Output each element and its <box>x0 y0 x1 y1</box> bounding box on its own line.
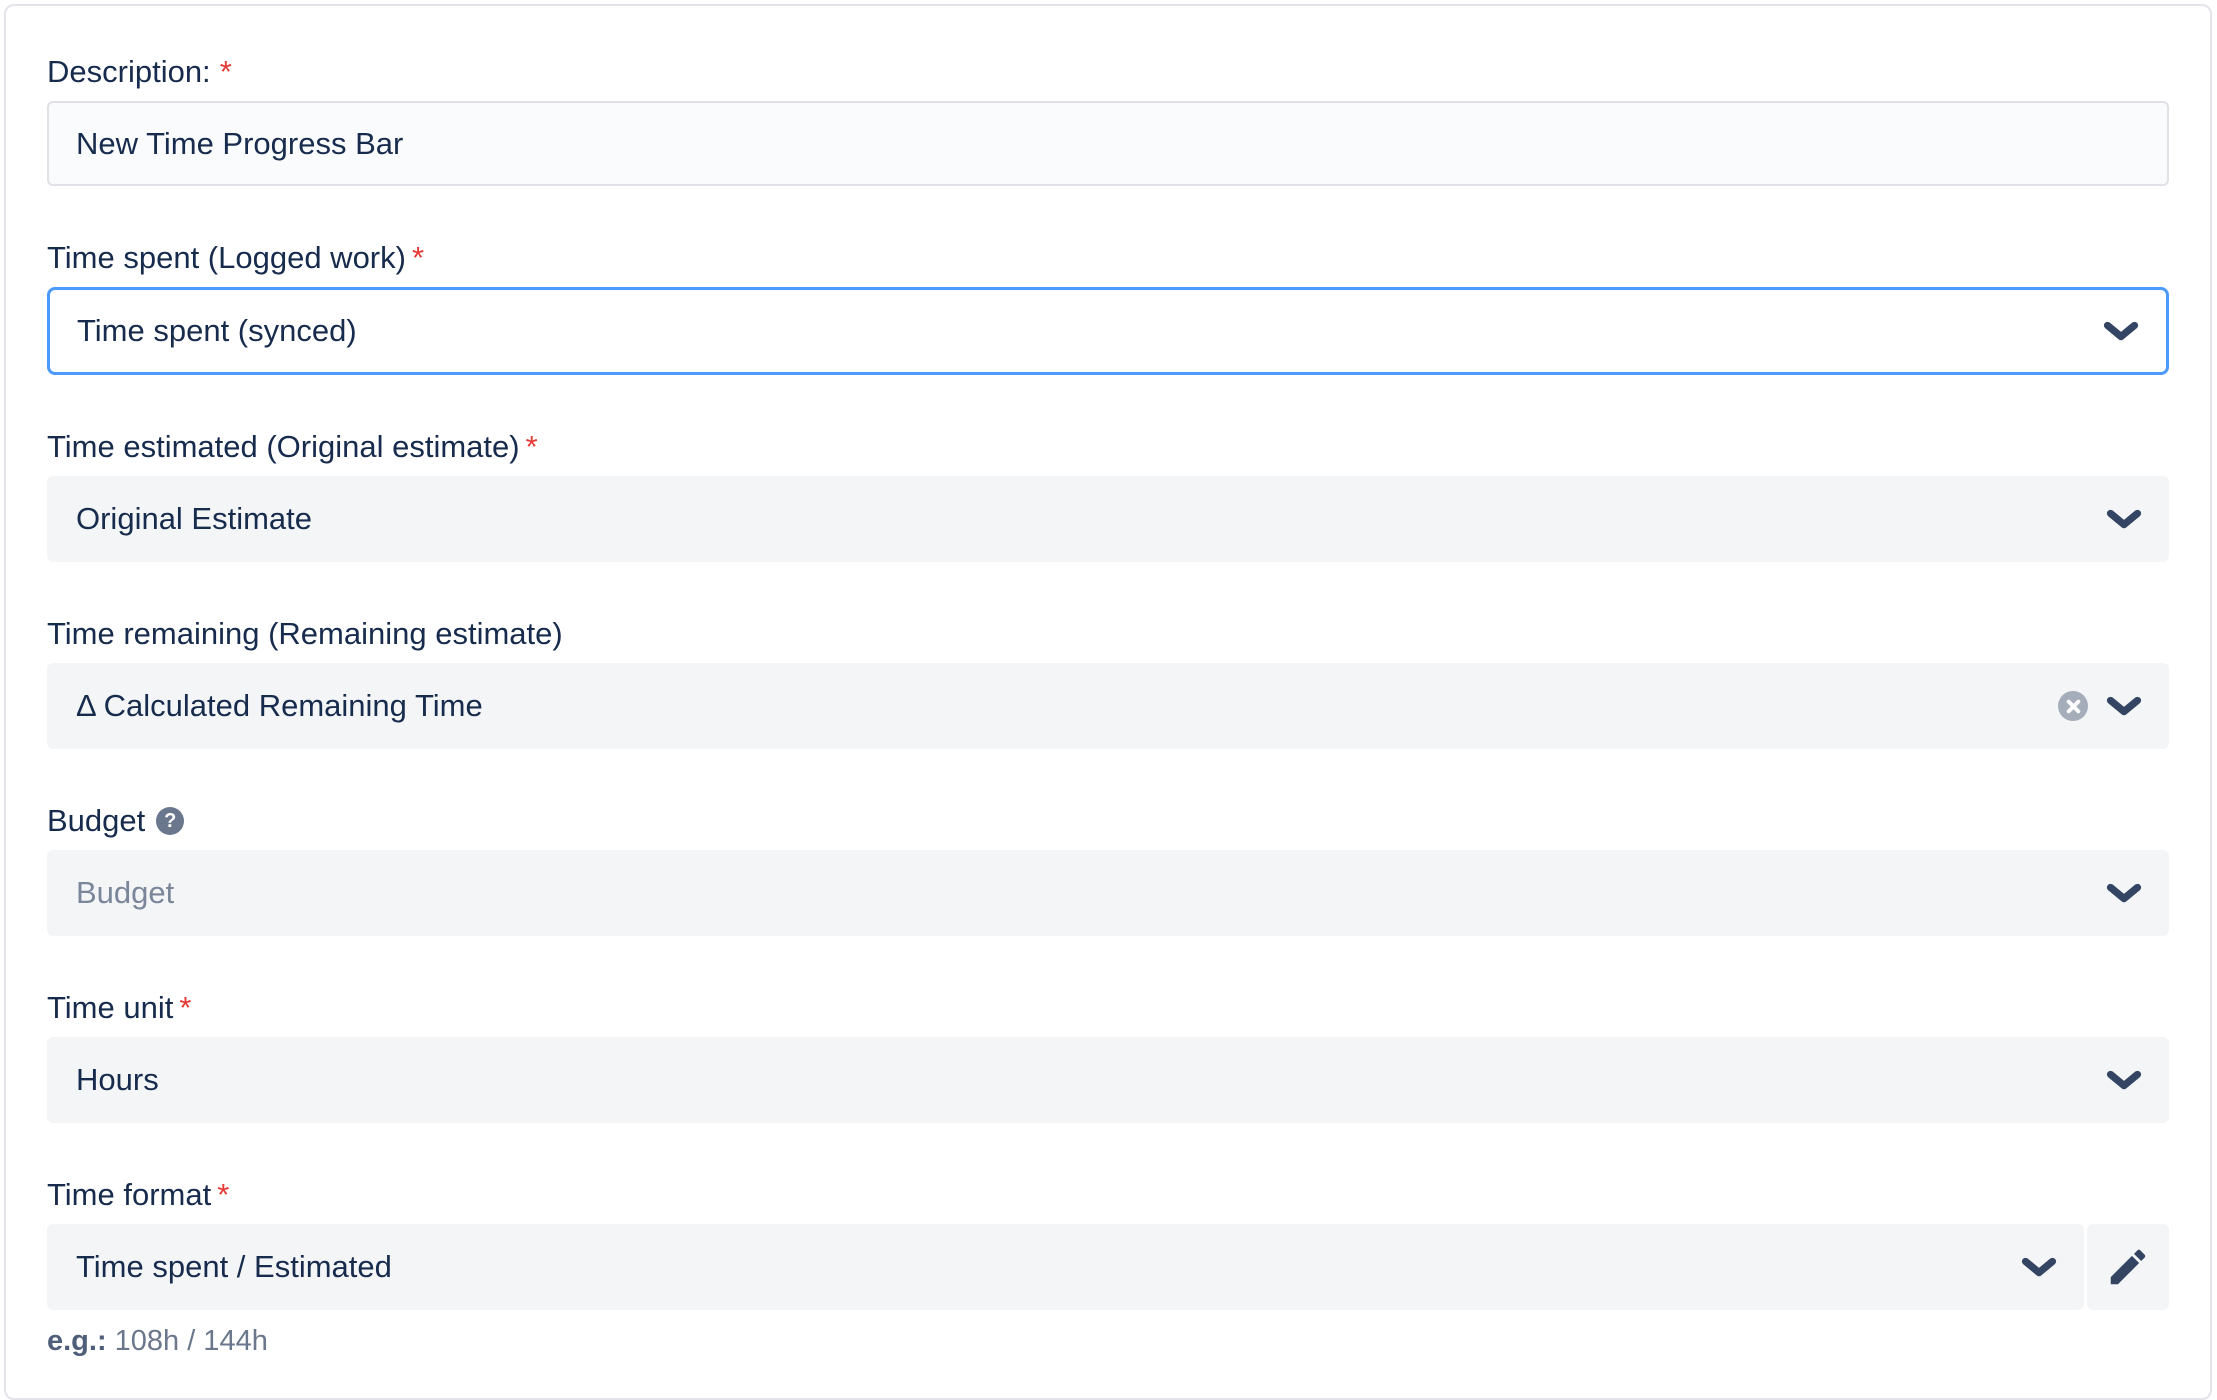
chevron-down-icon <box>2105 880 2143 906</box>
time-spent-select-value: Time spent (synced) <box>77 313 357 349</box>
time-unit-select-value: Hours <box>76 1062 159 1098</box>
time-estimated-label-text: Time estimated (Original estimate) <box>47 430 520 464</box>
time-unit-select[interactable]: Hours <box>47 1037 2169 1123</box>
time-spent-label-text: Time spent (Logged work) <box>47 241 406 275</box>
time-progress-bar-config-panel: Description: * Time spent (Logged work) … <box>4 4 2212 1400</box>
edit-format-button[interactable] <box>2087 1224 2169 1310</box>
pencil-icon <box>2105 1244 2151 1290</box>
time-spent-select[interactable]: Time spent (synced) <box>47 287 2169 375</box>
time-remaining-label-text: Time remaining (Remaining estimate) <box>47 617 563 651</box>
budget-label-text: Budget <box>47 804 145 838</box>
example-value: 108h / 144h <box>115 1325 268 1357</box>
required-asterisk: * <box>220 55 232 89</box>
field-time-format: Time format * Time spent / Estimated <box>47 1178 2169 1358</box>
field-time-spent: Time spent (Logged work) * Time spent (s… <box>47 241 2169 375</box>
time-estimated-select[interactable]: Original Estimate <box>47 476 2169 562</box>
chevron-down-icon <box>2105 693 2143 719</box>
required-asterisk: * <box>217 1178 229 1212</box>
required-asterisk: * <box>179 991 191 1025</box>
budget-select[interactable]: Budget <box>47 850 2169 936</box>
time-format-label-text: Time format <box>47 1178 211 1212</box>
time-spent-label: Time spent (Logged work) * <box>47 241 2169 275</box>
description-input[interactable] <box>47 101 2169 186</box>
time-remaining-select-value: Δ Calculated Remaining Time <box>76 688 483 724</box>
time-unit-label: Time unit * <box>47 991 2169 1025</box>
time-format-label: Time format * <box>47 1178 2169 1212</box>
time-estimated-select-value: Original Estimate <box>76 501 312 537</box>
time-format-row: Time spent / Estimated <box>47 1224 2169 1310</box>
time-format-select-value: Time spent / Estimated <box>76 1249 392 1285</box>
field-description: Description: * <box>47 55 2169 186</box>
required-asterisk: * <box>526 430 538 464</box>
time-format-example: e.g.:108h / 144h <box>47 1325 2169 1358</box>
time-unit-label-text: Time unit <box>47 991 173 1025</box>
time-remaining-select[interactable]: Δ Calculated Remaining Time <box>47 663 2169 749</box>
budget-label: Budget ? <box>47 804 2169 838</box>
clear-selection-icon[interactable] <box>2058 691 2088 721</box>
time-remaining-label: Time remaining (Remaining estimate) <box>47 617 2169 651</box>
description-label-text: Description: <box>47 55 211 89</box>
field-time-remaining: Time remaining (Remaining estimate) Δ Ca… <box>47 617 2169 749</box>
config-form: Description: * Time spent (Logged work) … <box>6 6 2210 1358</box>
time-format-select[interactable]: Time spent / Estimated <box>47 1224 2084 1310</box>
field-time-unit: Time unit * Hours <box>47 991 2169 1123</box>
chevron-down-icon <box>2105 506 2143 532</box>
field-budget: Budget ? Budget <box>47 804 2169 936</box>
description-label: Description: * <box>47 55 2169 89</box>
help-icon[interactable]: ? <box>156 807 184 835</box>
example-prefix: e.g.: <box>47 1325 107 1357</box>
chevron-down-icon <box>2020 1254 2058 1280</box>
time-estimated-label: Time estimated (Original estimate) * <box>47 430 2169 464</box>
field-time-estimated: Time estimated (Original estimate) * Ori… <box>47 430 2169 562</box>
chevron-down-icon <box>2102 318 2140 344</box>
chevron-down-icon <box>2105 1067 2143 1093</box>
budget-select-placeholder: Budget <box>76 875 174 911</box>
required-asterisk: * <box>412 241 424 275</box>
